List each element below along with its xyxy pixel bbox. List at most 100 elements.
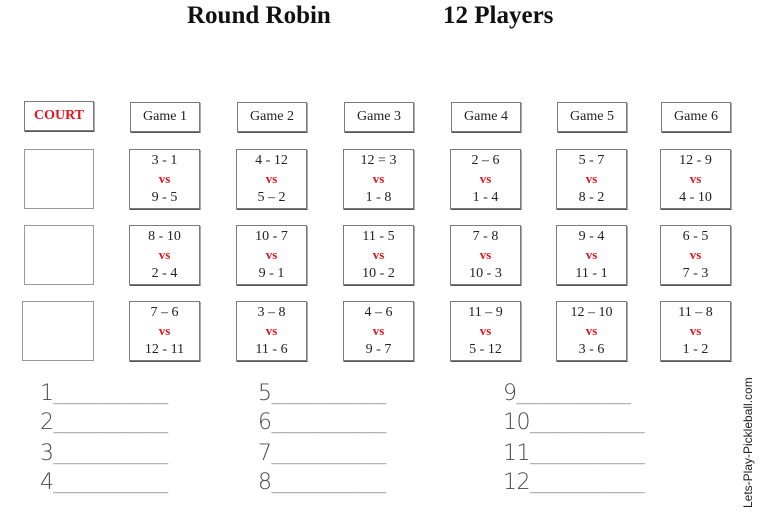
player-name-blank[interactable]: _____________ [272,473,387,494]
vs-label: vs [158,323,171,338]
match-cell: 8 - 10 vs 2 - 4 [129,225,200,285]
vs-label: vs [479,247,492,262]
match-cell: 3 – 8 vs 11 - 6 [236,301,307,361]
player-entry[interactable]: 12_____________ [503,470,645,495]
team-two: 12 - 11 [144,342,185,357]
player-number: 9 [503,381,517,406]
player-number: 5 [258,381,272,406]
match-cell: 11 – 9 vs 5 - 12 [450,301,521,361]
team-two: 3 - 6 [578,342,605,357]
team-one: 11 – 8 [678,305,713,320]
team-one: 3 - 1 [151,153,178,168]
player-number: 6 [258,410,272,435]
team-two: 7 - 3 [682,266,709,281]
player-entry[interactable]: 9_____________ [503,381,631,406]
team-two: 10 - 3 [469,266,502,281]
player-entry[interactable]: 3_____________ [40,441,168,466]
team-two: 1 - 4 [472,190,499,205]
team-two: 5 – 2 [257,190,286,205]
vs-label: vs [158,171,171,186]
team-two: 11 - 6 [255,342,288,357]
team-one: 11 – 9 [468,305,503,320]
team-one: 12 - 9 [679,153,712,168]
player-entry[interactable]: 4_____________ [40,470,168,495]
team-two: 1 - 2 [682,342,709,357]
team-two: 10 - 2 [362,266,395,281]
player-entry[interactable]: 5_____________ [258,381,386,406]
player-number: 10 [503,410,531,435]
team-one: 4 – 6 [364,305,393,320]
match-cell: 7 – 6 vs 12 - 11 [129,301,200,361]
team-two: 8 - 2 [578,190,605,205]
player-name-blank[interactable]: _____________ [54,473,169,494]
team-one: 9 - 4 [578,229,605,244]
player-name-blank[interactable]: _____________ [272,413,387,434]
player-entry[interactable]: 11_____________ [503,441,645,466]
page-title: Round Robin [187,2,331,29]
vs-label: vs [158,247,171,262]
player-name-blank[interactable]: _____________ [530,413,645,434]
game-header: Game 2 [237,102,307,132]
team-one: 12 – 10 [570,305,613,320]
game-header: Game 1 [130,102,200,132]
game-header: Game 6 [661,102,731,132]
team-one: 10 - 7 [255,229,288,244]
match-cell: 2 – 6 vs 1 - 4 [450,149,521,209]
match-cell: 10 - 7 vs 9 - 1 [236,225,307,285]
vs-label: vs [585,323,598,338]
player-entry[interactable]: 10_____________ [503,410,645,435]
player-entry[interactable]: 1_____________ [40,381,168,406]
player-name-blank[interactable]: _____________ [272,384,387,405]
court-header: COURT [24,101,94,131]
match-cell: 6 - 5 vs 7 - 3 [660,225,731,285]
team-one: 3 – 8 [257,305,286,320]
player-name-blank[interactable]: _____________ [54,384,169,405]
match-cell: 7 - 8 vs 10 - 3 [450,225,521,285]
court-name-box[interactable] [24,225,94,285]
team-two: 4 - 10 [679,190,712,205]
vs-label: vs [372,247,385,262]
vs-label: vs [689,323,702,338]
game-header: Game 3 [344,102,414,132]
player-number: 8 [258,470,272,495]
player-entry[interactable]: 8_____________ [258,470,386,495]
player-number: 11 [503,441,531,466]
vs-label: vs [372,171,385,186]
vs-label: vs [585,247,598,262]
team-one: 2 – 6 [471,153,500,168]
vs-label: vs [265,323,278,338]
match-cell: 3 - 1 vs 9 - 5 [129,149,200,209]
player-name-blank[interactable]: _____________ [530,444,645,465]
player-number: 4 [40,470,54,495]
player-entry[interactable]: 6_____________ [258,410,386,435]
team-two: 9 - 7 [365,342,392,357]
player-number: 3 [40,441,54,466]
vs-label: vs [689,171,702,186]
team-one: 4 - 12 [255,153,288,168]
team-one: 12 = 3 [360,153,397,168]
player-entry[interactable]: 2_____________ [40,410,168,435]
player-number: 2 [40,410,54,435]
court-name-box[interactable] [24,149,94,209]
match-cell: 4 – 6 vs 9 - 7 [343,301,414,361]
team-two: 1 - 8 [365,190,392,205]
match-cell: 9 - 4 vs 11 - 1 [556,225,627,285]
website-watermark: Lets-Play-Pickleball.com [741,377,755,508]
team-two: 9 - 5 [151,190,178,205]
match-cell: 12 = 3 vs 1 - 8 [343,149,414,209]
player-name-blank[interactable]: _____________ [517,384,632,405]
player-count-title: 12 Players [443,2,554,29]
game-header: Game 5 [557,102,627,132]
vs-label: vs [265,247,278,262]
vs-label: vs [372,323,385,338]
court-name-box[interactable] [22,301,94,361]
match-cell: 12 - 9 vs 4 - 10 [660,149,731,209]
player-entry[interactable]: 7_____________ [258,441,386,466]
player-name-blank[interactable]: _____________ [272,444,387,465]
player-name-blank[interactable]: _____________ [54,444,169,465]
player-number: 1 [40,381,54,406]
player-name-blank[interactable]: _____________ [54,413,169,434]
match-cell: 4 - 12 vs 5 – 2 [236,149,307,209]
game-header: Game 4 [451,102,521,132]
player-name-blank[interactable]: _____________ [530,473,645,494]
